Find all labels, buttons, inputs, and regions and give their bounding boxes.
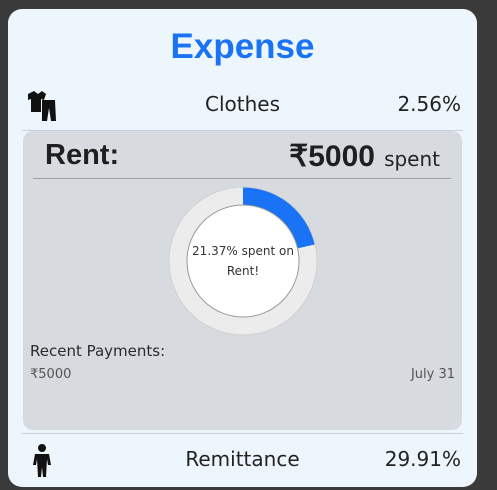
donut-caption-line2: Rent! <box>226 264 260 278</box>
donut-caption-line1: 21.37% spent on <box>192 244 294 258</box>
category-percent: 2.56% <box>397 92 461 116</box>
card-title: Rent: <box>45 139 120 171</box>
card-amount: ₹5000 spent <box>289 139 440 174</box>
page-title: Expense <box>170 27 315 66</box>
payment-date: July 31 <box>410 367 455 382</box>
recent-payments-heading: Recent Payments: <box>30 342 166 360</box>
payment-amount: ₹5000 <box>30 367 72 382</box>
rent-card: Rent: ₹5000 spent 21.37% spent on Rent! … <box>23 131 462 430</box>
amount-suffix: spent <box>384 147 440 171</box>
card-divider <box>33 178 451 179</box>
amount-value: ₹5000 <box>289 140 375 173</box>
expense-panel: Expense Clothes 2.56% Rent: ₹5000 spent <box>8 9 477 487</box>
category-percent: 29.91% <box>384 447 461 471</box>
category-row-remittance[interactable]: Remittance 29.91% <box>8 437 477 481</box>
divider <box>22 433 463 434</box>
category-row-clothes[interactable]: Clothes 2.56% <box>8 82 477 126</box>
card-header: Rent: ₹5000 spent <box>45 139 440 179</box>
donut-caption: 21.37% spent on Rent! <box>185 241 301 281</box>
